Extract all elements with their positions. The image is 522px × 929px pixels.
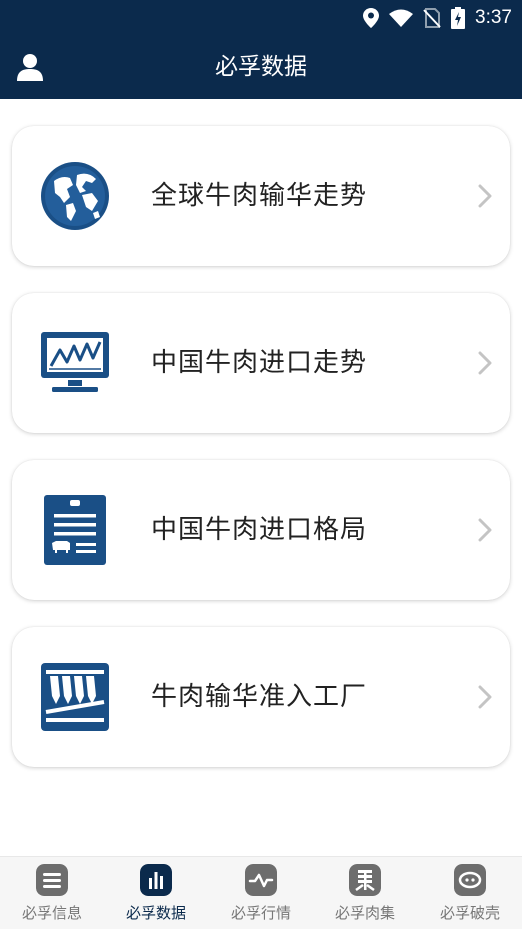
tab-breakthrough[interactable]: 必孚破壳 xyxy=(418,857,522,929)
list-icon xyxy=(36,864,68,896)
chevron-right-icon xyxy=(478,184,492,208)
wave-icon xyxy=(245,864,277,896)
chevron-right-icon xyxy=(478,685,492,709)
bar-chart-icon xyxy=(140,864,172,896)
tab-info[interactable]: 必孚信息 xyxy=(0,857,104,929)
tab-label: 必孚数据 xyxy=(125,904,186,922)
status-bar: 3:37 xyxy=(0,0,522,36)
factory-meat-icon xyxy=(41,663,109,731)
document-cow-icon xyxy=(44,495,106,565)
card-label: 中国牛肉进口格局 xyxy=(151,515,368,545)
chevron-right-icon xyxy=(478,351,492,375)
card-label: 中国牛肉进口走势 xyxy=(151,348,368,378)
tab-market[interactable]: 必孚行情 xyxy=(209,857,313,929)
location-icon xyxy=(363,8,380,28)
card-label: 全球牛肉输华走势 xyxy=(151,181,368,211)
tab-label: 必孚信息 xyxy=(21,904,82,922)
page-title: 必孚数据 xyxy=(215,54,307,80)
card-china-beef-import-pattern[interactable]: 中国牛肉进口格局 xyxy=(12,460,510,600)
tab-label: 必孚破壳 xyxy=(439,904,500,922)
battery-charging-icon xyxy=(451,7,466,29)
card-label: 牛肉输华准入工厂 xyxy=(151,682,368,712)
no-sim-icon xyxy=(423,8,441,28)
tab-label: 必孚肉集 xyxy=(334,904,395,922)
globe-icon xyxy=(41,162,109,230)
monitor-chart-icon xyxy=(41,332,109,392)
card-global-beef-to-china-trend[interactable]: 全球牛肉输华走势 xyxy=(12,126,510,266)
tab-label: 必孚行情 xyxy=(230,904,291,922)
collection-icon xyxy=(349,864,381,896)
card-china-beef-import-trend[interactable]: 中国牛肉进口走势 xyxy=(12,293,510,433)
wifi-icon xyxy=(389,9,414,27)
bottom-tab-bar: 必孚信息 必孚数据 必孚行情 必孚肉集 必孚破壳 xyxy=(0,856,522,929)
egg-icon xyxy=(454,864,486,896)
app-header: 必孚数据 xyxy=(0,36,522,99)
card-beef-export-approved-plants[interactable]: 牛肉输华准入工厂 xyxy=(12,627,510,767)
status-time: 3:37 xyxy=(475,7,512,28)
chevron-right-icon xyxy=(478,518,492,542)
main-content: 全球牛肉输华走势 中国牛肉进口走势 中国牛肉进口格局 牛肉输华准入工厂 xyxy=(0,99,522,856)
status-icons: 3:37 xyxy=(363,6,512,30)
tab-data[interactable]: 必孚数据 xyxy=(104,857,208,929)
tab-meat-collection[interactable]: 必孚肉集 xyxy=(313,857,417,929)
